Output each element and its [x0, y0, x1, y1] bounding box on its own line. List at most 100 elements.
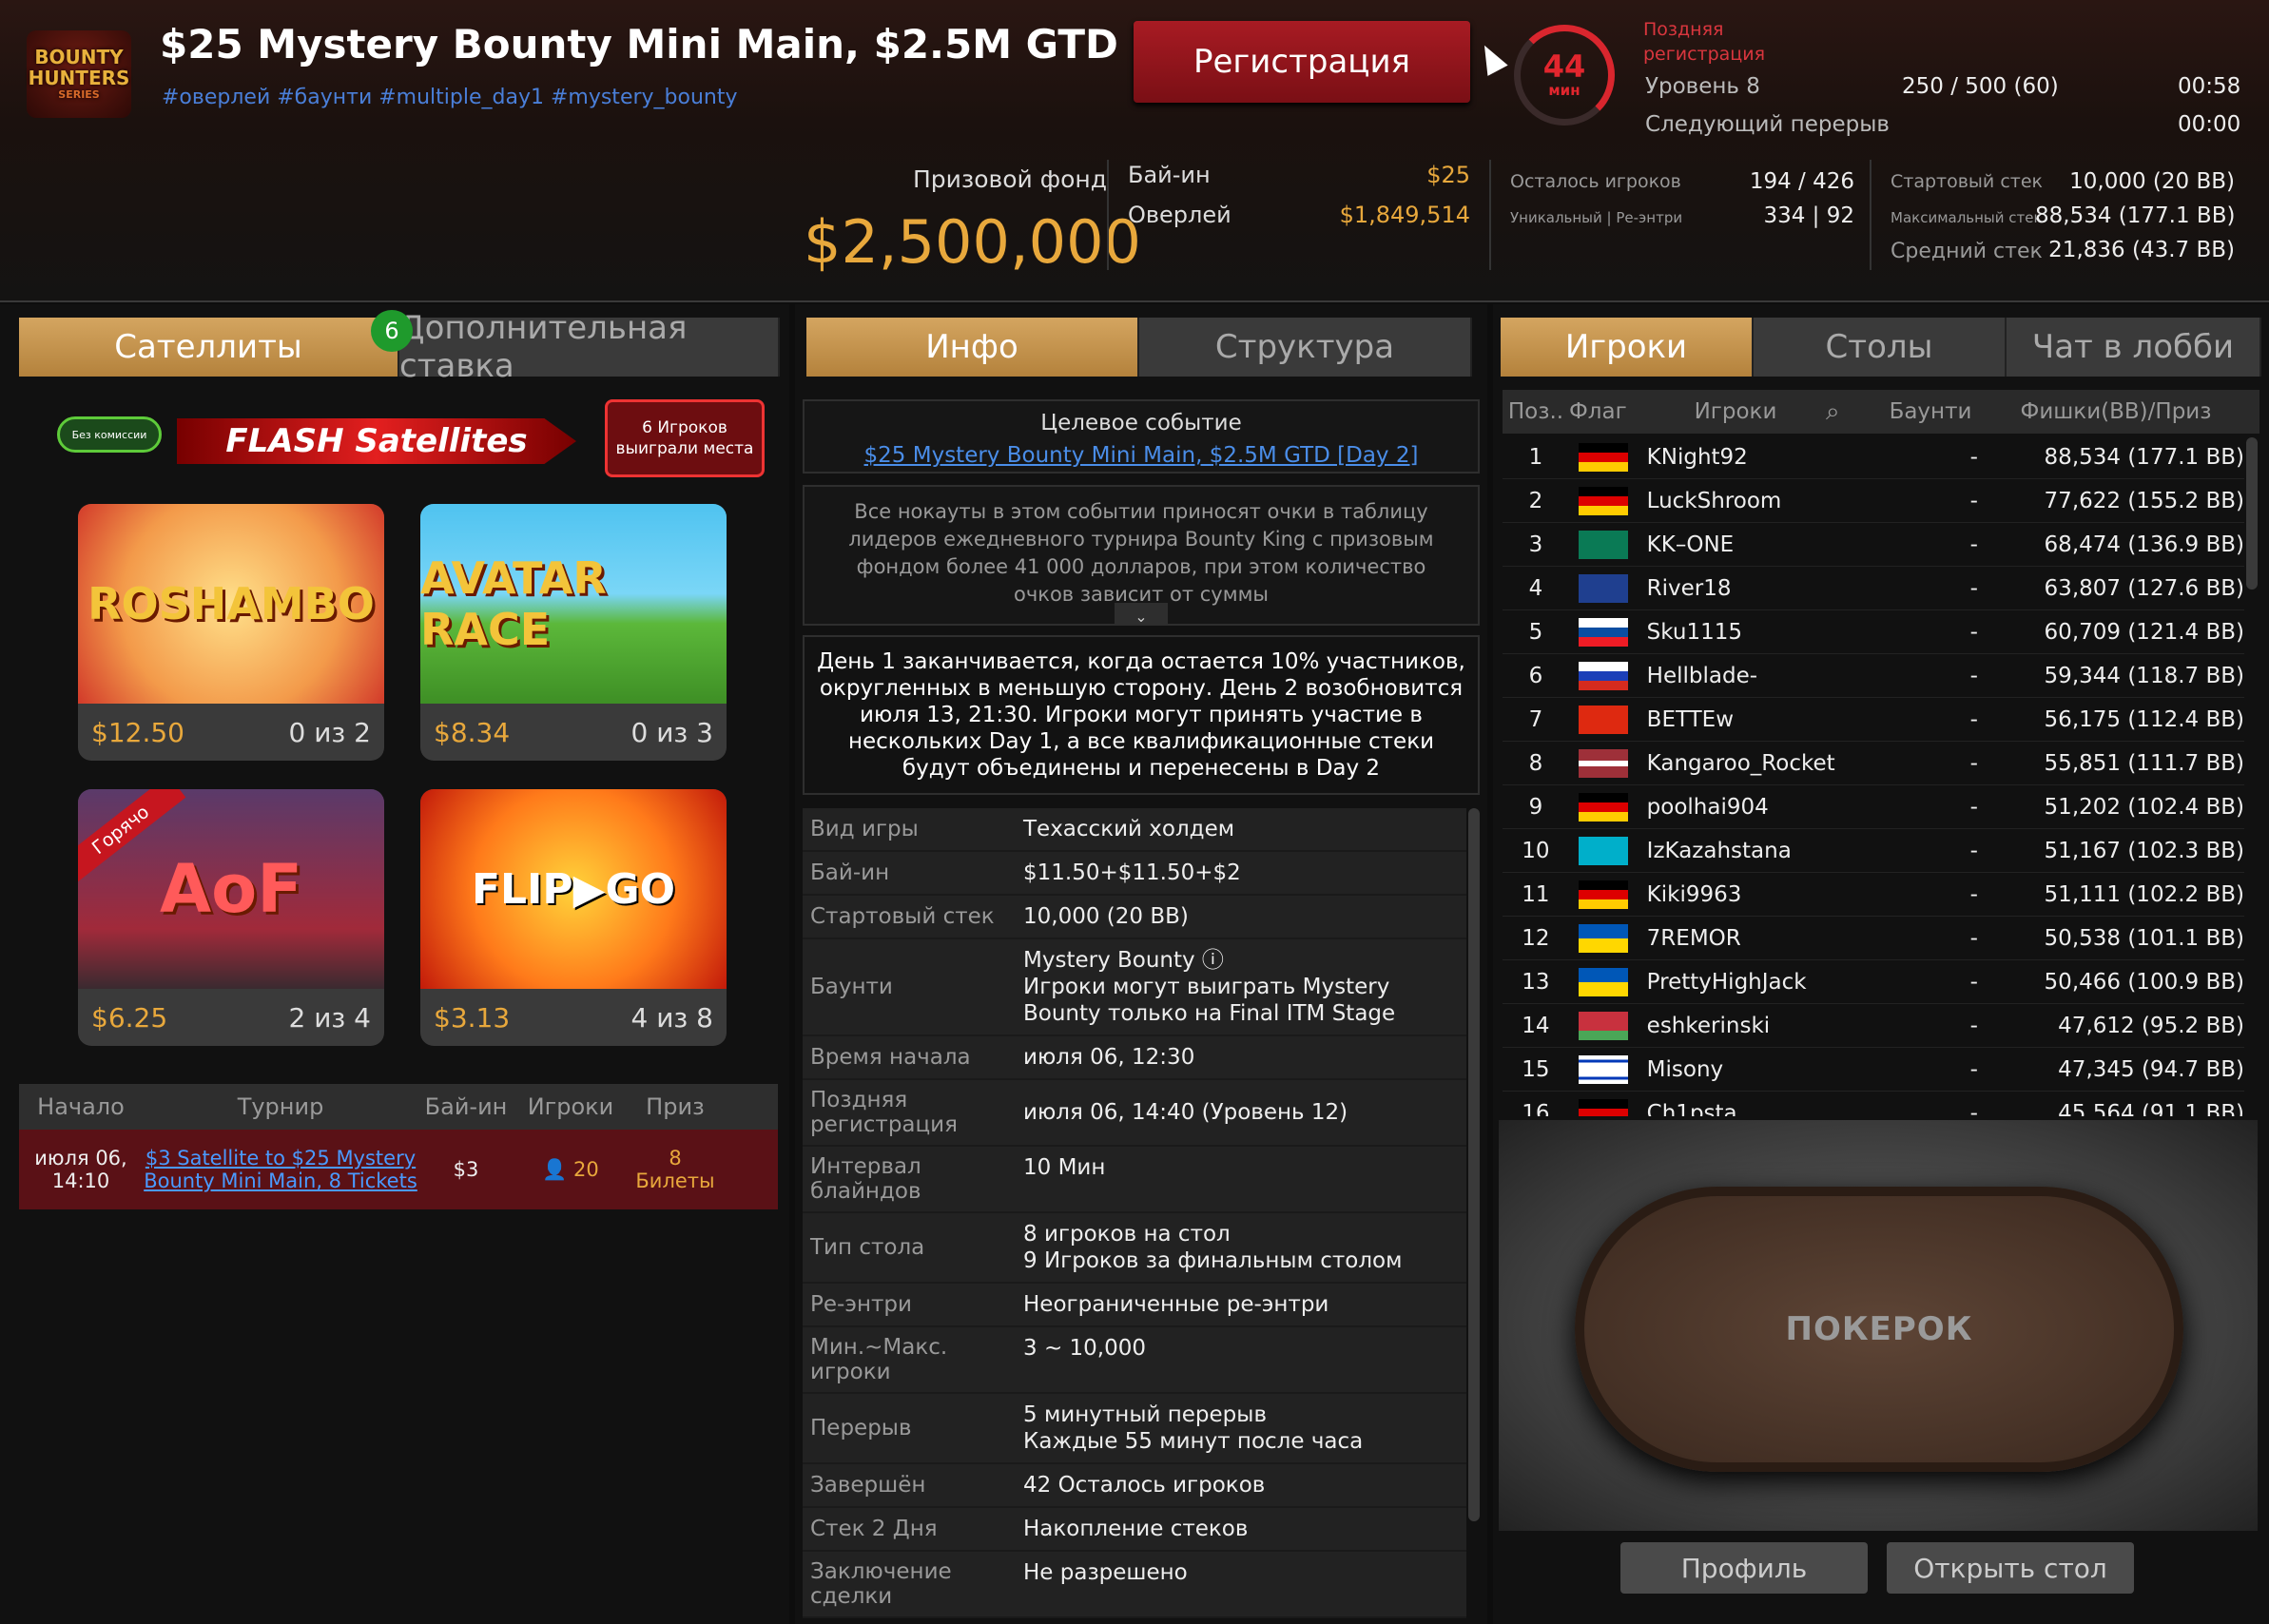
- register-button[interactable]: Регистрация: [1134, 21, 1470, 103]
- event-description: Все нокауты в этом событии приносят очки…: [803, 485, 1480, 626]
- player-row[interactable]: 15 Misony - 47,345 (94.7 BB): [1503, 1048, 2244, 1092]
- player-position: 12: [1522, 925, 1550, 951]
- flag-icon: [1578, 530, 1628, 559]
- player-chips: 60,709 (121.4 BB): [2044, 619, 2244, 645]
- level-label: Уровень 8: [1645, 74, 1760, 99]
- player-row[interactable]: 14 eshkerinski - 47,612 (95.2 BB): [1503, 1004, 2244, 1048]
- info-row: Поздняя регистрация июля 06, 14:40 (Урове…: [803, 1080, 1466, 1147]
- players-list: 1 KNight92-88,534 (177.1 BB) 2 LuckShroom -7…: [1503, 435, 2244, 1116]
- day1-note: День 1 заканчивается, когда остается 10%…: [803, 635, 1480, 795]
- max-stack-label: Максимальный стек: [1891, 209, 2043, 226]
- player-row[interactable]: 5 Sku1115 - 60,709 (121.4 BB): [1503, 610, 2244, 654]
- start-stack-value: 10,000 (20 BB): [2069, 169, 2235, 194]
- satellite-card-flip-go[interactable]: FLIP▶GO $3.13 4 из 8: [420, 789, 727, 1046]
- player-row[interactable]: 16 Ch1psta - 45,564 (91.1 BB): [1503, 1092, 2244, 1116]
- flip-go-image: FLIP▶GO: [420, 789, 727, 989]
- player-row[interactable]: 10 IzKazahstana - 51,167 (102.3 BB): [1503, 829, 2244, 873]
- player-bounty: -: [1969, 663, 1978, 688]
- target-event: Целевое событие $25 Mystery Bounty Mini …: [803, 399, 1480, 474]
- tab-satellites[interactable]: Сателлиты 6: [19, 310, 413, 377]
- player-bounty: -: [1969, 532, 1978, 557]
- player-name: River18: [1646, 575, 1732, 601]
- info-row: Стек 2 Дня Накопление стеков: [803, 1508, 1466, 1552]
- player-row[interactable]: 2 LuckShroom - 77,622 (155.2 BB): [1503, 479, 2244, 523]
- tab-info[interactable]: Инфо: [806, 318, 1139, 377]
- tab-tables[interactable]: Столы: [1754, 318, 2007, 377]
- player-chips: 88,534 (177.1 BB): [2044, 444, 2244, 470]
- prize-pool-label: Призовой фонд: [913, 165, 1108, 193]
- player-bounty: -: [1969, 488, 1978, 513]
- satellite-link[interactable]: $3 Satellite to $25 Mystery Bounty Mini …: [143, 1147, 418, 1192]
- tab-lobby-chat[interactable]: Чат в лобби: [2007, 318, 2261, 377]
- player-chips: 68,474 (136.9 BB): [2044, 532, 2244, 557]
- players-won-seats-badge: 6 Игроков выиграли места: [605, 399, 765, 477]
- open-table-button[interactable]: Открыть стол: [1887, 1542, 2134, 1594]
- player-row[interactable]: 8 Kangaroo_Rocket - 55,851 (111.7 BB): [1503, 742, 2244, 785]
- player-row[interactable]: 9 poolhai904 - 51,202 (102.4 BB): [1503, 785, 2244, 829]
- bounty-hunters-logo: BOUNTY HUNTERS SERIES: [27, 30, 131, 118]
- flag-icon: [1578, 836, 1628, 865]
- overlay-label: Оверлей: [1128, 202, 1231, 228]
- player-chips: 47,612 (95.2 BB): [2058, 1013, 2244, 1038]
- card-count: 4 из 8: [630, 1002, 713, 1034]
- player-row[interactable]: 12 7REMOR - 50,538 (101.1 BB): [1503, 917, 2244, 960]
- player-bounty: -: [1969, 575, 1978, 601]
- player-row[interactable]: 3 KK–ONE - 68,474 (136.9 BB): [1503, 523, 2244, 567]
- info-table: Вид игры Техасский холдем Бай-ин $11.50+$1…: [803, 808, 1466, 1618]
- flash-satellites-banner[interactable]: Без комиссии FLASH Satellites: [53, 396, 586, 487]
- card-price: $12.50: [91, 717, 184, 748]
- players-scrollbar[interactable]: [2246, 437, 2258, 590]
- player-position: 6: [1528, 663, 1543, 688]
- player-chips: 50,538 (101.1 BB): [2044, 925, 2244, 951]
- search-icon[interactable]: ⌕: [1826, 397, 1873, 427]
- player-row[interactable]: 6 Hellblade- - 59,344 (118.7 BB): [1503, 654, 2244, 698]
- players-left-label: Осталось игроков: [1510, 171, 1681, 192]
- player-row[interactable]: 13 PrettyHighJack - 50,466 (100.9 BB): [1503, 960, 2244, 1004]
- satellite-card-avatar-race[interactable]: AVATAR RACE $8.34 0 из 3: [420, 504, 727, 761]
- blinds-value: 250 / 500 (60): [1902, 74, 2059, 99]
- tab-players[interactable]: Игроки: [1501, 318, 1754, 377]
- info-row: Интервал блайндов 10 Мин: [803, 1147, 1466, 1213]
- player-position: 15: [1522, 1056, 1550, 1082]
- player-row[interactable]: 4 River18 - 63,807 (127.6 BB): [1503, 567, 2244, 610]
- player-row[interactable]: 7 BETTEw - 56,175 (112.4 BB): [1503, 698, 2244, 742]
- late-registration-label: Поздняя регистрация: [1643, 19, 1766, 65]
- info-scrollbar[interactable]: [1468, 808, 1480, 1521]
- player-chips: 55,851 (111.7 BB): [2044, 750, 2244, 776]
- player-row[interactable]: 11 Kiki9963 - 51,111 (102.2 BB): [1503, 873, 2244, 917]
- tab-side-bet[interactable]: Дополнительная ставка: [399, 309, 780, 385]
- tab-structure[interactable]: Структура: [1139, 318, 1472, 377]
- flag-icon: [1578, 1098, 1628, 1116]
- players-table-header: Поз.. Флаг Игроки ⌕ Баунти Фишки(BB)/При…: [1503, 390, 2259, 434]
- player-name: poolhai904: [1646, 794, 1769, 820]
- player-name: KK–ONE: [1646, 532, 1735, 557]
- tournament-tags[interactable]: #оверлей #баунти #multiple_day1 #mystery…: [162, 86, 738, 109]
- flag-icon: [1578, 1054, 1628, 1084]
- late-reg-timer: 44 мин: [1514, 25, 1615, 126]
- player-position: 7: [1528, 706, 1543, 732]
- player-chips: 47,345 (94.7 BB): [2058, 1056, 2244, 1082]
- player-position: 13: [1522, 969, 1550, 995]
- next-break-time: 00:00: [2178, 112, 2241, 137]
- poker-table-image: ПОКЕРОК: [1575, 1187, 2183, 1472]
- buyin-value: $25: [1426, 162, 1470, 188]
- divider: [1107, 160, 1109, 270]
- player-name: Kiki9963: [1646, 881, 1742, 907]
- satellite-row[interactable]: июля 06, 14:10 $3 Satellite to $25 Myste…: [19, 1130, 778, 1209]
- satellite-card-roshambo[interactable]: ROSHAMBO $12.50 0 из 2: [78, 504, 384, 761]
- player-name: KNight92: [1646, 444, 1748, 470]
- player-bounty: -: [1969, 1013, 1978, 1038]
- expand-chevron-icon[interactable]: ⌄: [1115, 603, 1168, 626]
- player-row[interactable]: 1 KNight92 - 88,534 (177.1 BB): [1503, 435, 2244, 479]
- profile-button[interactable]: Профиль: [1620, 1542, 1868, 1594]
- flag-icon: [1578, 617, 1628, 647]
- overlay-value: $1,849,514: [1339, 202, 1470, 228]
- players-left-value: 194 / 426: [1749, 169, 1854, 194]
- divider: [1489, 160, 1491, 270]
- target-event-link[interactable]: $25 Mystery Bounty Mini Main, $2.5M GTD …: [805, 439, 1478, 472]
- player-bounty: -: [1969, 881, 1978, 907]
- satellite-card-aof[interactable]: AoF Горячо $6.25 2 из 4: [78, 789, 384, 1046]
- card-price: $6.25: [91, 1002, 168, 1034]
- player-position: 3: [1528, 532, 1543, 557]
- flash-satellites-label: FLASH Satellites: [177, 418, 576, 464]
